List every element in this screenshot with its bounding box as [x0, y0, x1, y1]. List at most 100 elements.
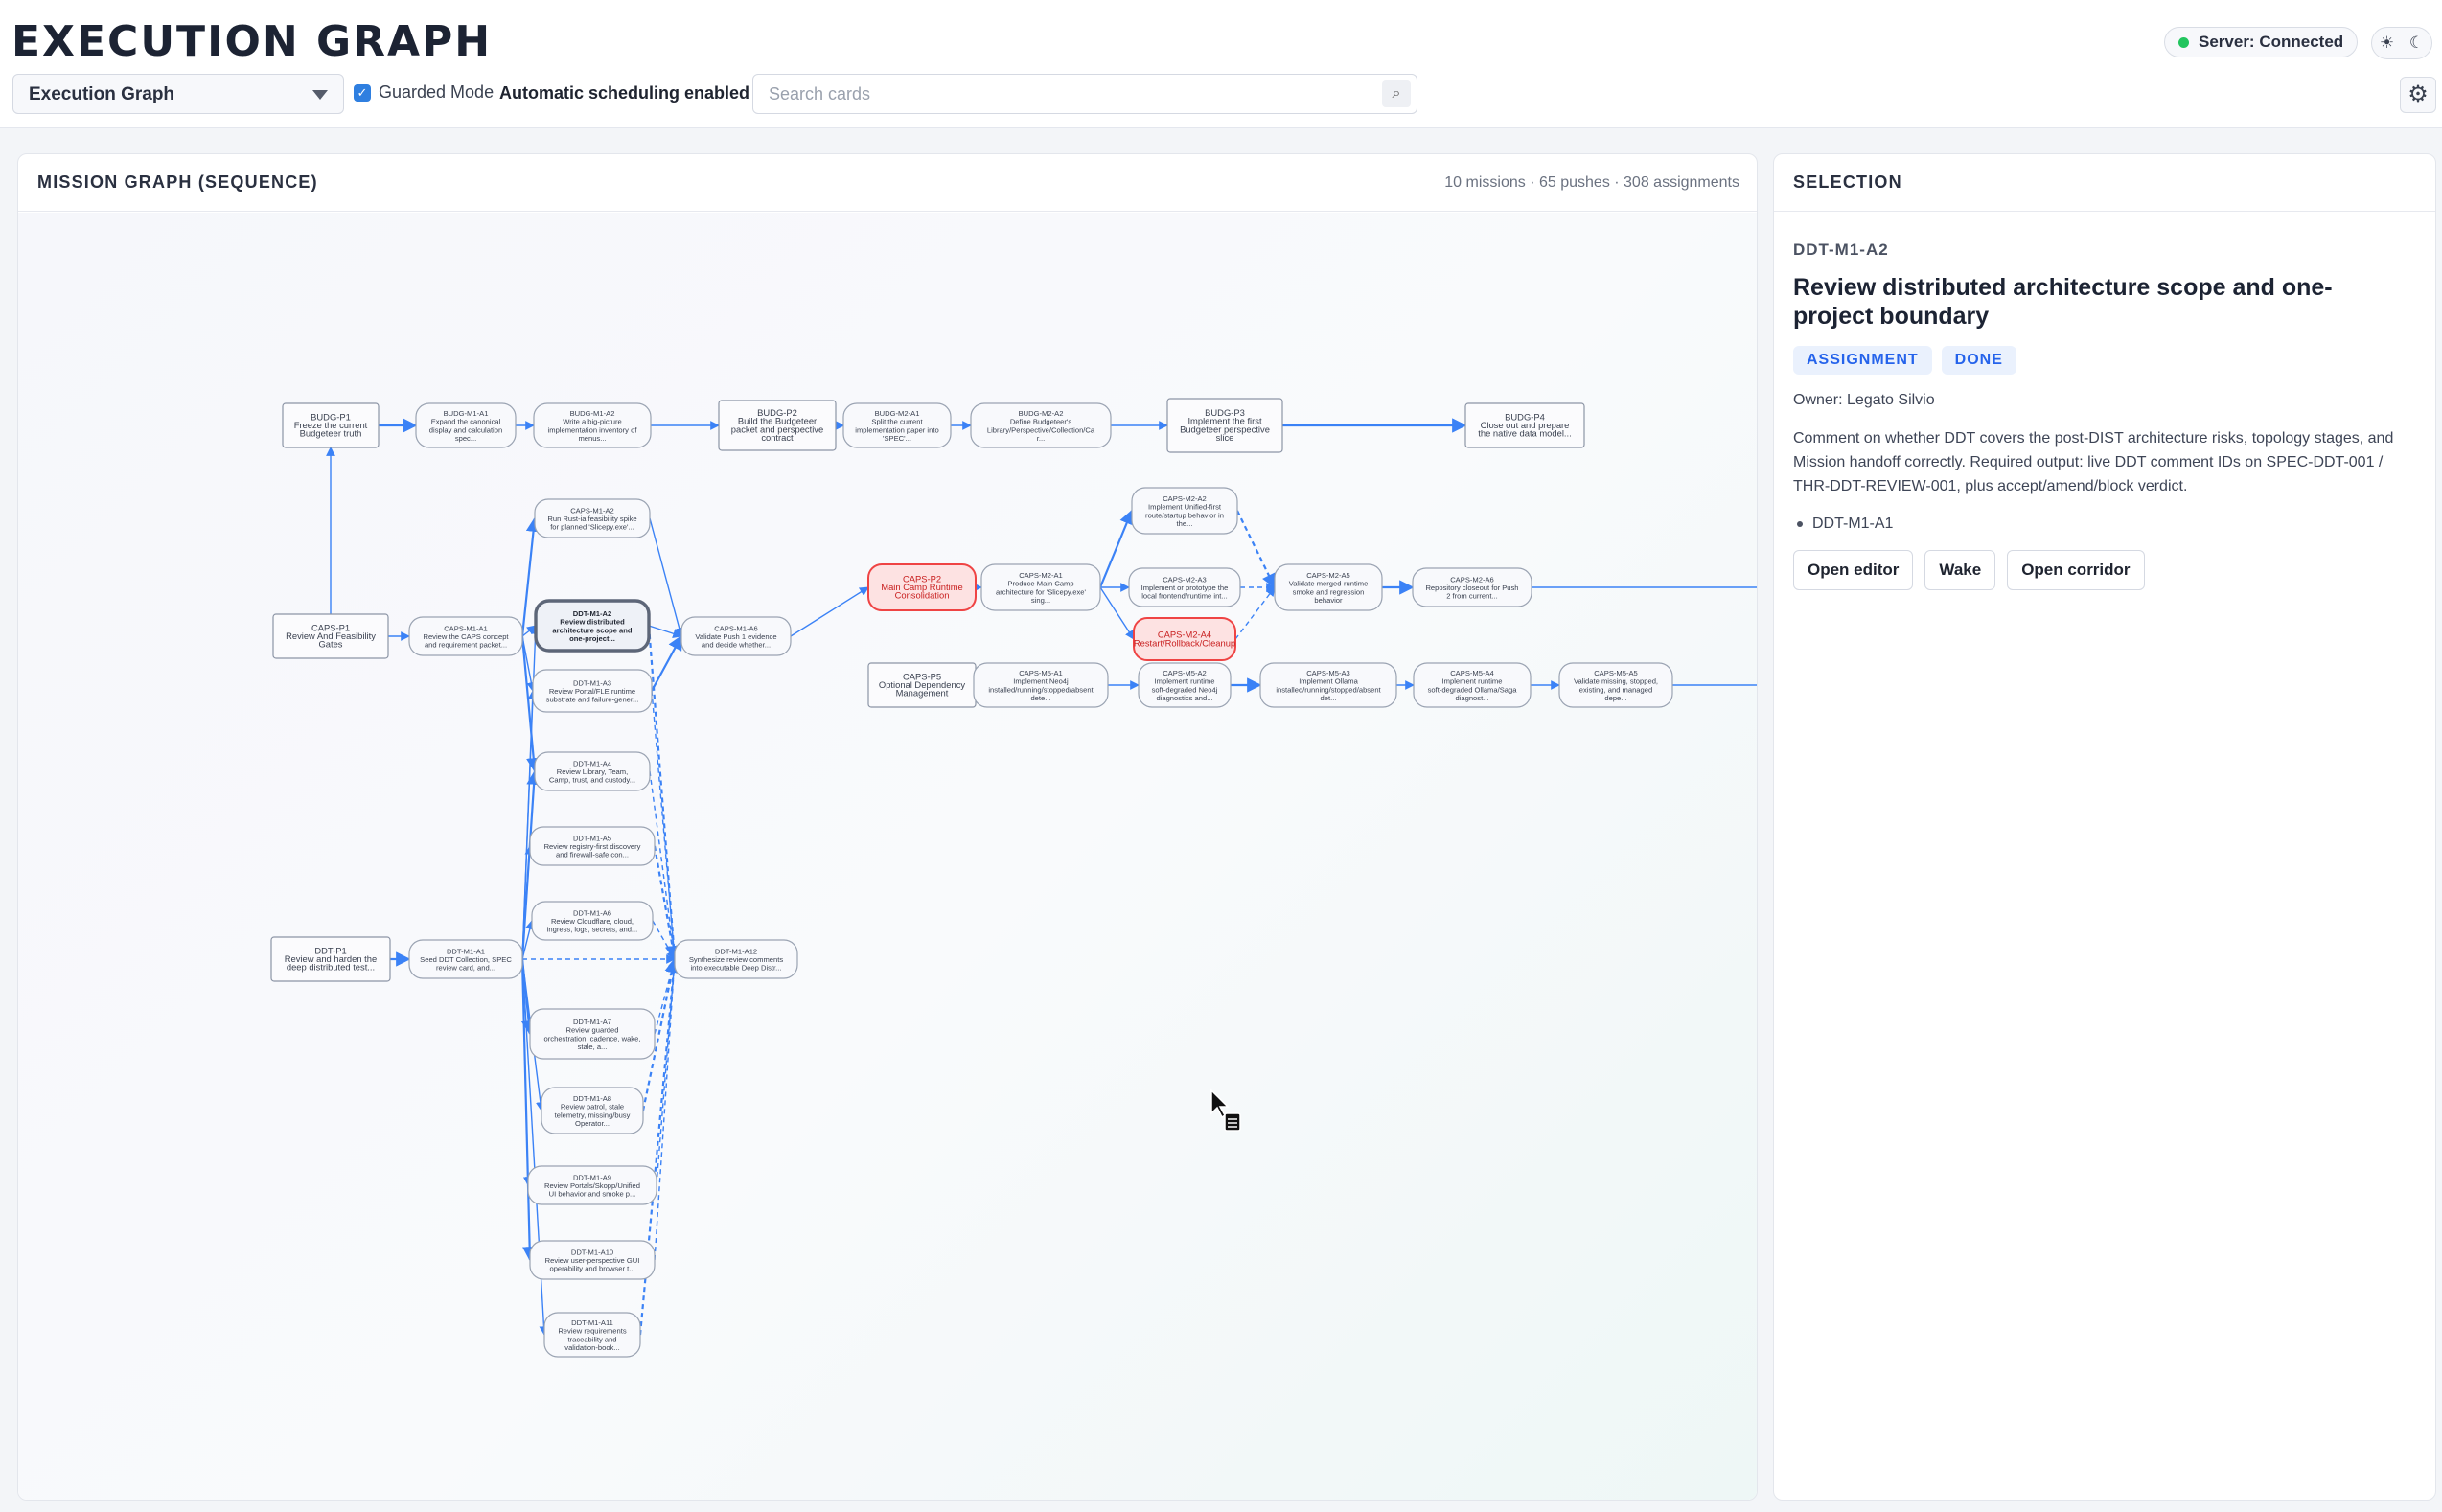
chevron-down-icon — [312, 90, 328, 100]
graph-node-budg-m1-a1[interactable]: BUDG-M1-A1Expand the canonicaldisplay an… — [415, 402, 517, 448]
graph-node-caps-m2-a4[interactable]: CAPS-M2-A4Restart/Rollback/Cleanup — [1133, 617, 1236, 661]
graph-node-budg-p2[interactable]: BUDG-P2Build the Budgeteerpacket and per… — [718, 400, 837, 451]
graph-node-ddt-m1-a12[interactable]: DDT-M1-A12Synthesize review commentsinto… — [674, 939, 798, 979]
wake-button[interactable]: Wake — [1924, 550, 1996, 590]
top-bar: EXECUTION GRAPH Execution Graph ✓ Guarde… — [0, 0, 2442, 128]
graph-node-ddt-p1[interactable]: DDT-P1Review and harden thedeep distribu… — [270, 936, 391, 982]
graph-edge — [648, 625, 682, 638]
node-label: spec... — [455, 434, 476, 443]
graph-node-ddt-m1-a7[interactable]: DDT-M1-A7Review guardedorchestration, ca… — [529, 1008, 656, 1060]
card-description: Comment on whether DDT covers the post-D… — [1793, 430, 2394, 494]
graph-node-caps-m2-a3[interactable]: CAPS-M2-A3Implement or prototype theloca… — [1128, 567, 1241, 607]
graph-edge — [653, 845, 680, 961]
selection-title: SELECTION — [1793, 172, 1902, 192]
node-label: and decide whether... — [702, 641, 771, 650]
theme-toggle[interactable]: ☀ ☾ — [2371, 27, 2432, 59]
node-label: local frontend/runtime int... — [1141, 592, 1227, 601]
graph-edge — [649, 517, 684, 637]
node-label: r... — [1037, 434, 1045, 443]
node-label: diagnost... — [1455, 694, 1488, 702]
view-select[interactable]: Execution Graph — [12, 74, 344, 114]
graph-edge — [790, 586, 869, 637]
node-label: menus... — [578, 434, 606, 443]
dependency-link[interactable]: DDT-M1-A1 — [1812, 515, 1893, 533]
graph-node-caps-m5-a4[interactable]: CAPS-M5-A4Implement runtimesoft-degraded… — [1413, 662, 1532, 708]
node-label: contract — [761, 432, 794, 443]
graph-node-caps-m1-a6[interactable]: CAPS-M1-A6Validate Push 1 evidenceand de… — [680, 616, 792, 656]
graph-node-caps-m2-a2[interactable]: CAPS-M2-A2Implement Unified-firstroute/s… — [1131, 487, 1238, 535]
graph-node-caps-m5-a5[interactable]: CAPS-M5-A5Validate missing, stopped,exis… — [1558, 662, 1673, 708]
settings-gear-icon[interactable]: ⚙ — [2400, 77, 2436, 113]
graph-node-caps-m2-a6[interactable]: CAPS-M2-A6Repository closeout for Push2 … — [1412, 567, 1532, 607]
graph-edge — [1236, 510, 1276, 589]
node-label: Budgeteer truth — [300, 428, 362, 439]
graph-node-ddt-m1-a9[interactable]: DDT-M1-A9Review Portals/Skopp/UnifiedUI … — [527, 1165, 657, 1205]
graph-node-caps-m2-a5[interactable]: CAPS-M2-A5Validate merged-runtimesmoke a… — [1274, 563, 1383, 611]
graph-node-caps-p2[interactable]: CAPS-P2Main Camp RuntimeConsolidation — [867, 563, 977, 611]
node-label: validation-book... — [564, 1343, 619, 1352]
node-label: Gates — [318, 639, 342, 650]
node-label: the... — [1177, 519, 1193, 528]
selection-header: SELECTION — [1774, 154, 2435, 212]
search-box: ⌕ — [752, 74, 1417, 114]
graph-node-ddt-m1-a4[interactable]: DDT-M1-A4Review Library, Team,Camp, trus… — [534, 751, 651, 791]
graph-node-ddt-m1-a3[interactable]: DDT-M1-A3Review Portal/FLE runtimesubstr… — [532, 669, 653, 713]
graph-node-budg-m1-a2[interactable]: BUDG-M1-A2Write a big-pictureimplementat… — [533, 402, 652, 448]
graph-edge — [651, 634, 682, 692]
status-dot-icon — [2178, 36, 2189, 48]
graph-node-budg-p1[interactable]: BUDG-P1Freeze the currentBudgeteer truth — [282, 402, 380, 448]
open-corridor-button[interactable]: Open corridor — [2007, 550, 2145, 590]
selection-card-title: Review distributed architecture scope an… — [1793, 274, 2333, 330]
node-label: the native data model... — [1478, 428, 1571, 439]
search-input[interactable] — [753, 75, 1348, 113]
graph-node-ddt-m1-a5[interactable]: DDT-M1-A5Review registry-first discovery… — [529, 826, 656, 866]
node-label: sing... — [1031, 596, 1050, 605]
graph-edge — [1234, 586, 1276, 640]
graph-node-ddt-m1-a2[interactable]: DDT-M1-A2Review distributedarchitecture … — [534, 599, 651, 653]
graph-node-ddt-m1-a6[interactable]: DDT-M1-A6Review Cloudflare, cloud,ingres… — [531, 901, 654, 941]
owner-text: Owner: Legato Silvio — [1793, 392, 1935, 408]
guarded-mode-toggle[interactable]: ✓ Guarded Mode — [354, 82, 494, 103]
graph-edge — [1098, 509, 1134, 588]
search-icon[interactable]: ⌕ — [1382, 80, 1411, 107]
graph-node-caps-m5-a3[interactable]: CAPS-M5-A3Implement Ollamainstalled/runn… — [1259, 662, 1397, 708]
graph-node-caps-m2-a1[interactable]: CAPS-M2-A1Produce Main Camparchitecture … — [980, 563, 1101, 611]
node-label: deep distributed test... — [287, 962, 375, 973]
graph-node-caps-m1-a1[interactable]: CAPS-M1-A1Review the CAPS conceptand req… — [408, 616, 523, 656]
checkbox-checked-icon[interactable]: ✓ — [354, 83, 371, 102]
graph-node-ddt-m1-a8[interactable]: DDT-M1-A8Review patrol, staletelemetry, … — [541, 1087, 644, 1134]
graph-edge — [521, 625, 537, 637]
node-label: into executable Deep Distr... — [691, 964, 782, 973]
node-label: dete... — [1030, 694, 1050, 702]
graph-node-caps-p5[interactable]: CAPS-P5Optional DependencyManagement — [867, 662, 977, 708]
graph-node-budg-p4[interactable]: BUDG-P4Close out and preparethe native d… — [1464, 402, 1585, 448]
graph-canvas[interactable]: BUDG-P1 Freeze the current Budgeteer truth… — [18, 213, 1758, 1501]
graph-node-ddt-m1-a10[interactable]: DDT-M1-A10Review user-perspective GUIope… — [529, 1240, 656, 1280]
graph-node-budg-m2-a2[interactable]: BUDG-M2-A2Define Budgeteer'sLibrary/Pers… — [970, 402, 1112, 448]
graph-node-caps-m5-a1[interactable]: CAPS-M5-A1Implement Neo4jinstalled/runni… — [973, 662, 1109, 708]
bullet-icon — [1797, 521, 1803, 527]
node-label: det... — [1321, 694, 1337, 702]
graph-node-budg-m2-a1[interactable]: BUDG-M2-A1Split the currentimplementatio… — [842, 402, 952, 448]
graph-node-caps-p1[interactable]: CAPS-P1Review And FeasibilityGates — [272, 613, 389, 659]
node-label: Management — [896, 688, 949, 699]
server-status-badge: Server: Connected — [2164, 27, 2358, 57]
graph-node-ddt-m1-a1[interactable]: DDT-M1-A1Seed DDT Collection, SPECreview… — [408, 939, 523, 979]
graph-edge — [520, 516, 541, 637]
selection-panel: SELECTION DDT-M1-A2 Review distributed a… — [1773, 153, 2436, 1501]
graph-edge — [651, 690, 680, 960]
guarded-mode-label: Guarded Mode — [379, 82, 495, 102]
graph-node-caps-m5-a2[interactable]: CAPS-M5-A2Implement runtimesoft-degraded… — [1138, 662, 1232, 708]
page-title: EXECUTION GRAPH — [12, 17, 493, 66]
node-label: review card, and... — [436, 964, 495, 973]
graph-node-ddt-m1-a11[interactable]: DDT-M1-A11Review requirementstraceabilit… — [543, 1312, 641, 1358]
graph-svg[interactable]: BUDG-P1Freeze the currentBudgeteer truth… — [18, 213, 1758, 1501]
moon-icon[interactable]: ☾ — [2409, 34, 2424, 53]
node-label: operability and browser t... — [549, 1265, 634, 1273]
graph-node-budg-p3[interactable]: BUDG-P3Implement the firstBudgeteer pers… — [1166, 398, 1283, 453]
node-label: UI behavior and smoke p... — [549, 1190, 636, 1199]
open-editor-button[interactable]: Open editor — [1793, 550, 1914, 590]
dependency-item[interactable]: DDT-M1-A1 — [1793, 515, 2416, 533]
sun-icon[interactable]: ☀ — [2380, 34, 2394, 53]
graph-node-caps-m1-a2[interactable]: CAPS-M1-A2Run Rust-ia feasibility spikef… — [534, 498, 651, 538]
